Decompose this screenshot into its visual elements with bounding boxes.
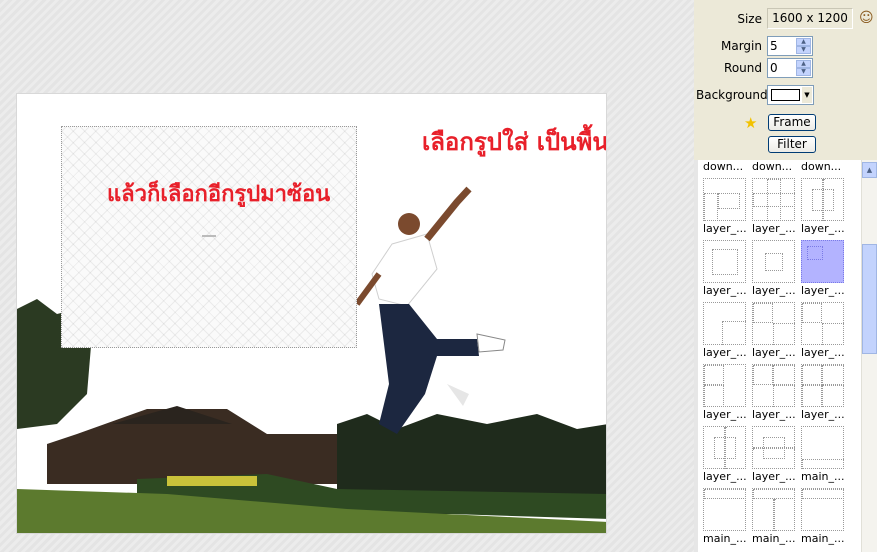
margin-down-icon[interactable]: ▼ <box>796 46 811 54</box>
scrollbar-thumb[interactable] <box>862 244 877 354</box>
round-input[interactable] <box>770 60 796 76</box>
empty-layer-placeholder[interactable] <box>61 126 357 348</box>
background-color-select[interactable]: ▼ <box>767 85 814 105</box>
star-icon[interactable]: ★ <box>744 114 757 132</box>
thumb-caption: down... <box>752 160 793 173</box>
chevron-down-icon[interactable]: ▼ <box>802 87 812 103</box>
collage-photo[interactable]: เลือกรูปใส่ เป็นพื้น แล้วก็เลือกอีกรูปมา… <box>16 93 607 534</box>
background-color-swatch <box>771 89 800 101</box>
thumb-caption: down... <box>703 160 744 173</box>
thumbnail-scrollbar[interactable]: ▲ <box>861 160 877 552</box>
round-stepper[interactable]: ▲ ▼ <box>767 58 813 78</box>
round-down-icon[interactable]: ▼ <box>796 68 811 76</box>
margin-stepper[interactable]: ▲ ▼ <box>767 36 813 56</box>
thumb-caption: down... <box>801 160 842 173</box>
round-label: Round <box>724 61 762 75</box>
round-up-icon[interactable]: ▲ <box>796 60 811 68</box>
annotation-left: แล้วก็เลือกอีกรูปมาซ้อน <box>107 182 331 207</box>
margin-up-icon[interactable]: ▲ <box>796 38 811 46</box>
canvas-area: เลือกรูปใส่ เป็นพื้น แล้วก็เลือกอีกรูปมา… <box>0 0 694 552</box>
frame-button[interactable]: Frame <box>768 114 816 131</box>
placeholder-center-mark <box>202 235 216 237</box>
filter-button[interactable]: Filter <box>768 136 816 153</box>
annotation-top: เลือกรูปใส่ เป็นพื้น <box>422 128 607 156</box>
template-thumbnail-list: down... down... down... layer_... layer_… <box>698 160 861 552</box>
scroll-up-icon[interactable]: ▲ <box>862 162 877 178</box>
size-value: 1600 x 1200 <box>767 8 853 29</box>
background-label: Background <box>696 88 768 102</box>
margin-input[interactable] <box>770 38 796 54</box>
avatar-icon[interactable]: ☺ <box>859 10 874 26</box>
size-label: Size <box>737 12 762 26</box>
margin-label: Margin <box>721 39 762 53</box>
